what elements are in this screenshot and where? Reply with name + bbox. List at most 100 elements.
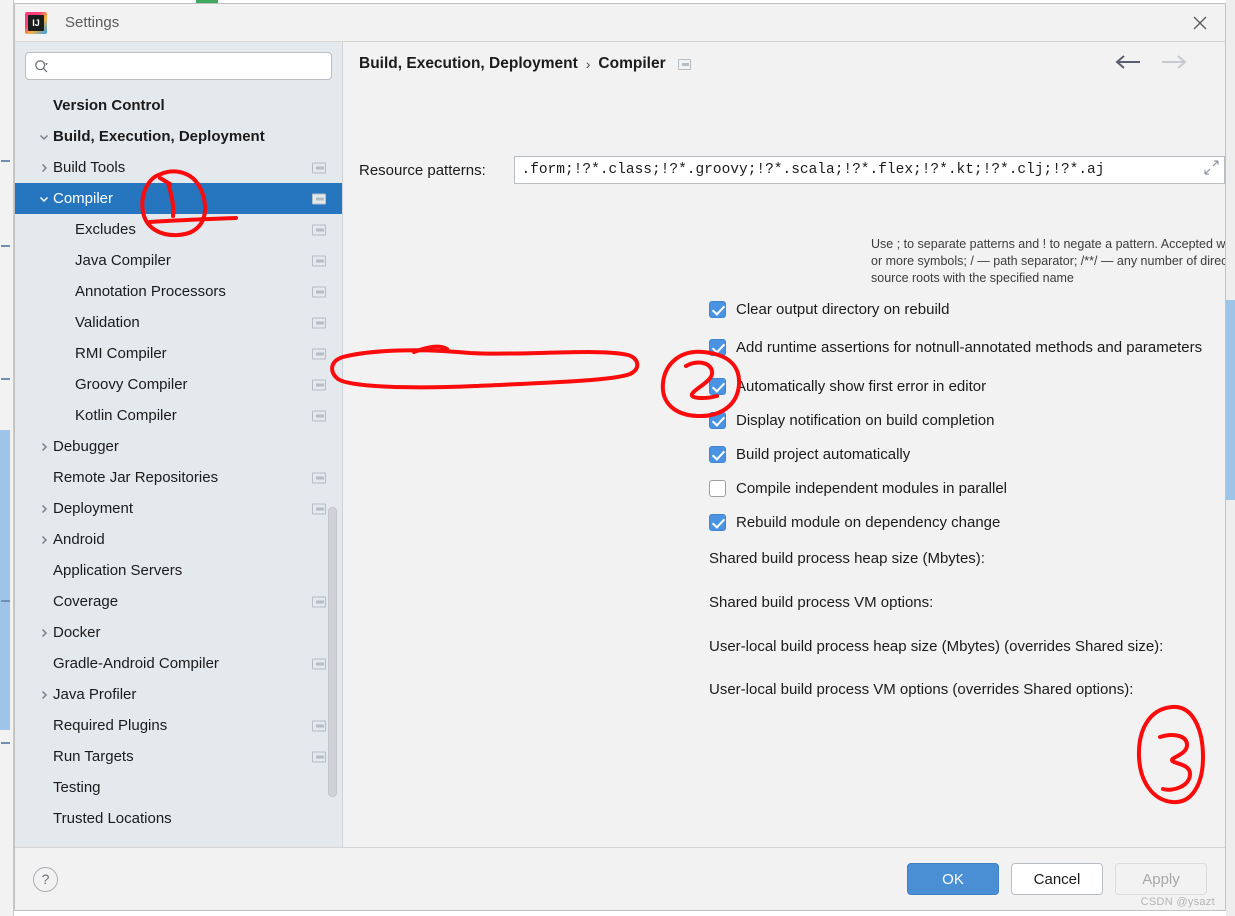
- field-label-shared-build-process-heap-size-mbytes: Shared build process heap size (Mbytes):: [709, 550, 985, 567]
- background-tick: [1, 245, 10, 247]
- background-tick: [1, 600, 10, 602]
- sidebar-item-label: Debugger: [53, 438, 119, 455]
- sidebar-item-deployment[interactable]: Deployment: [15, 493, 342, 524]
- breadcrumb-root[interactable]: Build, Execution, Deployment: [359, 55, 578, 73]
- sidebar-item-label: Build, Execution, Deployment: [53, 128, 265, 145]
- background-window-right-highlight: [1226, 300, 1235, 500]
- project-scope-badge-icon: [312, 658, 326, 669]
- background-tick: [1, 742, 10, 744]
- sidebar-item-remote-jar-repositories[interactable]: Remote Jar Repositories: [15, 462, 342, 493]
- chevron-right-icon[interactable]: [35, 689, 53, 701]
- help-line-1: Use ; to separate patterns and ! to nega…: [871, 237, 1225, 251]
- compiler-settings-pane: Resource patterns: Use: [343, 86, 1225, 847]
- ok-button[interactable]: OK: [907, 863, 999, 895]
- logo-text: IJ: [32, 17, 40, 28]
- chevron-right-icon[interactable]: [35, 627, 53, 639]
- search-box[interactable]: [25, 52, 332, 80]
- checkbox-input[interactable]: [709, 377, 726, 395]
- checkbox-row-rebuild-module-on-dependency-change[interactable]: Rebuild module on dependency change: [709, 512, 1000, 532]
- chevron-right-icon[interactable]: [35, 441, 53, 453]
- sidebar-item-debugger[interactable]: Debugger: [15, 431, 342, 462]
- sidebar-item-label: Testing: [53, 779, 101, 796]
- checkbox-input[interactable]: [709, 445, 726, 463]
- checkbox-row-automatically-show-first-error-in-editor[interactable]: Automatically show first error in editor: [709, 376, 986, 396]
- checkbox-label: Clear output directory on rebuild: [736, 300, 950, 318]
- settings-dialog: IJ Settings Version Control Build, Execu…: [14, 3, 1226, 911]
- chevron-down-icon[interactable]: [35, 131, 53, 143]
- project-scope-badge-icon: [312, 224, 326, 235]
- sidebar-item-kotlin-compiler[interactable]: Kotlin Compiler: [15, 400, 342, 431]
- search-container: [15, 42, 342, 86]
- chevron-down-icon[interactable]: [35, 193, 53, 205]
- field-label-user-local-build-process-vm-options-overrides-shared-options: User-local build process VM options (ove…: [709, 681, 1134, 698]
- cancel-button[interactable]: Cancel: [1011, 863, 1103, 895]
- sidebar-item-testing[interactable]: Testing: [15, 772, 342, 803]
- project-scope-badge-icon: [312, 410, 326, 421]
- sidebar-item-application-servers[interactable]: Application Servers: [15, 555, 342, 586]
- sidebar-item-trusted-locations[interactable]: Trusted Locations: [15, 803, 342, 834]
- sidebar-item-build-execution-deployment[interactable]: Build, Execution, Deployment: [15, 121, 342, 152]
- resource-patterns-field[interactable]: [514, 156, 1225, 184]
- checkbox-input[interactable]: [709, 411, 726, 429]
- sidebar-item-rmi-compiler[interactable]: RMI Compiler: [15, 338, 342, 369]
- sidebar-item-java-compiler[interactable]: Java Compiler: [15, 245, 342, 276]
- sidebar-item-validation[interactable]: Validation: [15, 307, 342, 338]
- sidebar-item-label: Compiler: [53, 190, 114, 207]
- sidebar-item-label: Excludes: [75, 221, 136, 238]
- expand-icon[interactable]: [1204, 160, 1219, 180]
- project-scope-badge-icon: [312, 596, 326, 607]
- sidebar-item-java-profiler[interactable]: Java Profiler: [15, 679, 342, 710]
- sidebar-item-label: Application Servers: [53, 562, 183, 579]
- checkbox-row-compile-independent-modules-in-parallel[interactable]: Compile independent modules in parallel: [709, 478, 1007, 498]
- sidebar-item-docker[interactable]: Docker: [15, 617, 342, 648]
- close-icon[interactable]: [1189, 12, 1211, 34]
- checkbox-input[interactable]: [709, 300, 726, 318]
- sidebar-item-groovy-compiler[interactable]: Groovy Compiler: [15, 369, 342, 400]
- chevron-right-icon[interactable]: [35, 162, 53, 174]
- sidebar-item-compiler[interactable]: Compiler: [15, 183, 342, 214]
- checkbox-input[interactable]: [709, 479, 726, 497]
- sidebar-item-android[interactable]: Android: [15, 524, 342, 555]
- sidebar-item-required-plugins[interactable]: Required Plugins: [15, 710, 342, 741]
- sidebar-item-label: Trusted Locations: [53, 810, 172, 827]
- settings-sidebar: Version Control Build, Execution, Deploym…: [15, 42, 343, 847]
- sidebar-item-build-tools[interactable]: Build Tools: [15, 152, 342, 183]
- question-mark-icon[interactable]: ?: [33, 866, 58, 892]
- dialog-body: Version Control Build, Execution, Deploym…: [15, 42, 1225, 847]
- checkbox-input[interactable]: [709, 338, 726, 356]
- apply-button: Apply: [1115, 863, 1207, 895]
- help-line-3: source roots with the specified name: [871, 271, 1074, 285]
- settings-main-panel: Build, Execution, Deployment › Compiler: [343, 42, 1225, 847]
- resource-patterns-input[interactable]: [515, 162, 1224, 178]
- checkbox-row-add-runtime-assertions-for-notnull-annotated-methods-and-parameters[interactable]: Add runtime assertions for notnull-annot…: [709, 337, 1202, 357]
- navigation-arrows: [1113, 54, 1211, 75]
- checkbox-row-display-notification-on-build-completion[interactable]: Display notification on build completion: [709, 410, 994, 430]
- sidebar-item-excludes[interactable]: Excludes: [15, 214, 342, 245]
- sidebar-item-coverage[interactable]: Coverage: [15, 586, 342, 617]
- sidebar-item-gradle-android-compiler[interactable]: Gradle-Android Compiler: [15, 648, 342, 679]
- breadcrumb-separator: ›: [585, 56, 591, 72]
- sidebar-item-label: Gradle-Android Compiler: [53, 655, 219, 672]
- help-line-2: or more symbols; / — path separator; /**…: [871, 253, 1225, 270]
- settings-tree: Version Control Build, Execution, Deploym…: [15, 86, 342, 847]
- arrow-right-icon[interactable]: [1161, 54, 1189, 75]
- sidebar-scrollbar[interactable]: [328, 507, 337, 797]
- checkbox-row-build-project-automatically[interactable]: Build project automatically: [709, 444, 910, 464]
- chevron-right-icon[interactable]: [35, 534, 53, 546]
- project-scope-badge-icon: [312, 720, 326, 731]
- field-label-shared-build-process-vm-options: Shared build process VM options:: [709, 594, 934, 611]
- project-scope-badge-icon: [312, 162, 326, 173]
- checkbox-input[interactable]: [709, 513, 726, 531]
- search-icon: [35, 59, 48, 72]
- sidebar-item-label: Deployment: [53, 500, 134, 517]
- sidebar-item-annotation-processors[interactable]: Annotation Processors: [15, 276, 342, 307]
- sidebar-item-run-targets[interactable]: Run Targets: [15, 741, 342, 772]
- chevron-right-icon[interactable]: [35, 503, 53, 515]
- project-scope-badge-icon: [312, 193, 326, 204]
- search-input[interactable]: [55, 57, 323, 75]
- sidebar-item-label: Run Targets: [53, 748, 134, 765]
- arrow-left-icon[interactable]: [1113, 54, 1141, 75]
- sidebar-item-version-control[interactable]: Version Control: [15, 90, 342, 121]
- checkbox-row-clear-output-directory-on-rebuild[interactable]: Clear output directory on rebuild: [709, 299, 949, 319]
- sidebar-item-label: Build Tools: [53, 159, 126, 176]
